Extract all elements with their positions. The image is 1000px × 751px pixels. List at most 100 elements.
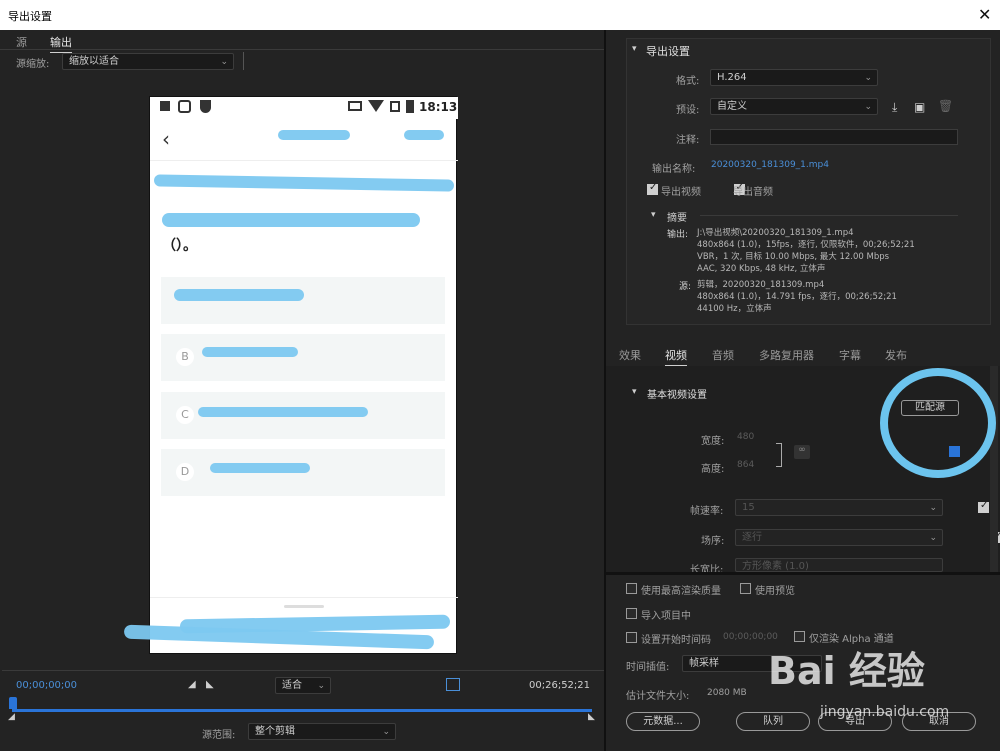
watermark-url: jingyan.baidu.com [820, 704, 950, 720]
tab-audio[interactable]: 音频 [712, 347, 734, 363]
collapse-icon[interactable]: ▾ [651, 210, 656, 220]
interp-label: 时间插值: [626, 662, 670, 673]
fit-value: 适合 [282, 680, 302, 691]
export-video-checkbox[interactable] [647, 182, 658, 195]
mark-in-icon[interactable]: ◢ [188, 679, 196, 690]
chevron-down-icon: ⌄ [864, 102, 872, 112]
trash-icon[interactable]: 🗑 [938, 99, 953, 113]
collapse-icon[interactable]: ▾ [632, 387, 637, 397]
fps-value: 15 [742, 502, 755, 513]
fps-label: 帧速率: [690, 506, 724, 517]
use-preview-checkbox[interactable] [740, 583, 751, 594]
redaction-scribble [278, 130, 350, 140]
summary-line: 剪辑，20200320_181309.mp4 [697, 280, 825, 290]
aspect-value: 方形像素 (1.0) [742, 561, 809, 572]
in-point-marker[interactable]: ◢ [8, 712, 15, 722]
current-timecode[interactable]: 00;00;00;00 [16, 680, 77, 691]
playhead-handle[interactable] [9, 697, 17, 709]
field-order-value: 逐行 [742, 532, 762, 543]
field-order-dropdown[interactable]: 逐行 ⌄ [735, 529, 943, 546]
redaction-scribble [153, 174, 455, 192]
summary-line: 480x864 (1.0)，15fps，逐行, 仅限软件，00;26;52;21 [697, 240, 915, 250]
preset-dropdown[interactable]: 自定义 ⌄ [710, 98, 878, 115]
summary-line: AAC, 320 Kbps, 48 kHz, 立体声 [697, 264, 826, 274]
screenshot-icon [178, 100, 191, 113]
tab-source[interactable]: 源 [16, 34, 27, 50]
link-bracket [776, 443, 782, 467]
save-preset-icon[interactable]: ⤓ [892, 100, 897, 115]
fps-dropdown[interactable]: 15 ⌄ [735, 499, 943, 516]
import-project-checkbox[interactable] [626, 608, 637, 619]
est-size-label: 估计文件大小: [626, 691, 690, 702]
start-timecode-checkbox[interactable] [626, 632, 637, 643]
tab-video[interactable]: 视频 [665, 347, 687, 366]
drag-handle [284, 605, 324, 608]
output-name-link[interactable]: 20200320_181309_1.mp4 [711, 160, 829, 170]
source-scale-value: 缩放以适合 [69, 56, 119, 67]
export-video-label: 导出视频 [661, 187, 701, 198]
safe-margins-icon[interactable] [446, 678, 460, 691]
preset-label: 预设: [676, 105, 700, 116]
start-timecode-label: 设置开始时间码 [641, 635, 711, 646]
source-scale-dropdown[interactable]: 缩放以适合 ⌄ [62, 53, 234, 70]
source-range-dropdown[interactable]: 整个剪辑 ⌄ [248, 723, 396, 740]
chevron-down-icon: ⌄ [220, 57, 228, 67]
option-letter: D [176, 463, 194, 481]
format-dropdown[interactable]: H.264 ⌄ [710, 69, 878, 86]
chevron-down-icon: ⌄ [382, 727, 390, 737]
tab-publish[interactable]: 发布 [885, 347, 907, 363]
out-point-marker[interactable]: ◣ [588, 712, 595, 722]
tab-multiplexer[interactable]: 多路复用器 [759, 347, 814, 363]
phone-status-bar: 18:13 [150, 97, 458, 119]
video-frame-preview: 18:13 ‹ （）。 B C D [149, 96, 458, 654]
shield-icon [200, 100, 211, 113]
signal-icon [390, 101, 400, 112]
metadata-button[interactable]: 元数据... [626, 712, 700, 731]
redaction-scribble [210, 463, 310, 473]
comment-input[interactable] [710, 129, 958, 145]
height-value[interactable]: 864 [737, 460, 754, 470]
answer-option-b[interactable]: B [161, 334, 445, 381]
watermark-logo: Bai 经验 [768, 649, 925, 693]
divider [700, 215, 958, 216]
watermark: Bai 经验 jingyan.baidu.com [768, 640, 998, 730]
scrollbar[interactable] [990, 366, 998, 572]
tab-captions[interactable]: 字幕 [839, 347, 861, 363]
section-title: 导出设置 [646, 45, 690, 58]
height-label: 高度: [701, 464, 725, 475]
import-preset-icon[interactable]: ▣ [914, 100, 925, 114]
redaction-scribble [404, 130, 444, 140]
phone-time: 18:13 [419, 100, 458, 114]
interp-value: 帧采样 [689, 658, 719, 669]
source-range-label: 源范围: [202, 730, 236, 741]
mark-out-icon[interactable]: ◣ [206, 679, 214, 690]
width-label: 宽度: [701, 436, 725, 447]
export-audio-label: 导出音频 [733, 187, 773, 198]
fps-override-checkbox[interactable] [978, 500, 989, 513]
summary-line: J:\导出视频\20200320_181309_1.mp4 [697, 228, 854, 238]
format-value: H.264 [717, 72, 747, 83]
option-letter: C [176, 406, 194, 424]
zoom-fit-dropdown[interactable]: 适合 ⌄ [275, 677, 331, 694]
comment-label: 注释: [676, 135, 700, 146]
tab-output[interactable]: 输出 [50, 34, 72, 53]
annotation-circle [880, 368, 996, 478]
preset-value: 自定义 [717, 101, 747, 112]
collapse-icon[interactable]: ▾ [632, 44, 637, 54]
summary-output-key: 输出: [667, 230, 689, 240]
divider [606, 572, 1000, 575]
section-title: 基本视频设置 [647, 390, 707, 401]
width-value[interactable]: 480 [737, 432, 754, 442]
window-title: 导出设置 [8, 10, 52, 23]
max-quality-checkbox[interactable] [626, 583, 637, 594]
timeline-range-bar[interactable] [12, 709, 592, 712]
est-size-value: 2080 MB [707, 688, 747, 698]
aspect-dropdown[interactable]: 方形像素 (1.0) [735, 558, 943, 572]
chevron-down-icon: ⌄ [929, 533, 937, 543]
tab-effects[interactable]: 效果 [619, 347, 641, 363]
output-name-label: 输出名称: [652, 164, 696, 175]
max-quality-label: 使用最高渲染质量 [641, 586, 721, 597]
close-icon[interactable]: ✕ [978, 5, 991, 24]
chain-link-icon[interactable]: ∞ [794, 445, 810, 459]
divider [150, 597, 458, 598]
